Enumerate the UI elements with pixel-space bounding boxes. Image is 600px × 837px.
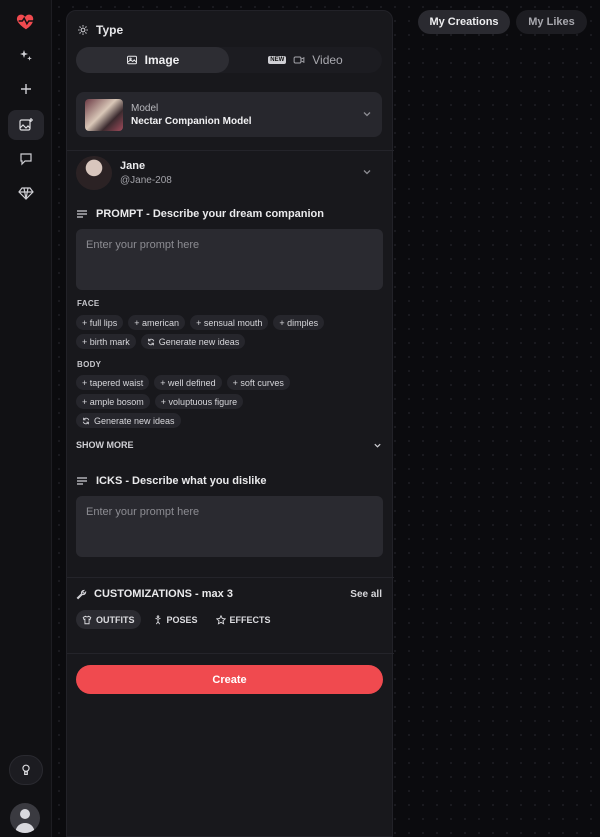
diamond-icon[interactable] <box>8 178 44 208</box>
body-chips-row-2: + ample bosom + voluptuous figure <box>76 394 244 409</box>
body-label: BODY <box>77 360 102 369</box>
pose-figure-icon <box>154 614 161 624</box>
tab-my-creations[interactable]: My Creations <box>418 10 510 34</box>
generate-ideas-label: Generate new ideas <box>158 336 240 347</box>
image-icon <box>126 55 137 65</box>
video-camera-icon <box>293 56 305 64</box>
star-icon <box>215 614 226 625</box>
create-button[interactable]: Create <box>76 665 383 694</box>
character-handle: @Jane-208 <box>120 175 172 186</box>
tab-outfits[interactable]: OUTFITS <box>76 610 141 629</box>
refresh-icon <box>82 417 90 424</box>
face-chip[interactable]: + birth mark <box>76 334 136 349</box>
face-chips-row-1: + full lips + american + sensual mouth +… <box>76 315 325 330</box>
tab-outfits-label: OUTFITS <box>96 614 135 625</box>
face-chips-row-2: + birth mark Generate new ideas <box>76 334 246 349</box>
customizations-header: CUSTOMIZATIONS - max 3 See all <box>76 588 382 600</box>
show-more-label: SHOW MORE <box>76 440 134 450</box>
icks-heading: ICKS - Describe what you dislike <box>76 475 267 487</box>
type-option-video-label: Video <box>312 53 343 67</box>
body-chip[interactable]: + tapered waist <box>76 375 150 390</box>
new-badge: NEW <box>268 56 287 64</box>
wrench-icon <box>76 589 87 599</box>
character-avatar <box>76 156 112 190</box>
face-chip[interactable]: + full lips <box>76 315 124 330</box>
prompt-heading: PROMPT - Describe your dream companion <box>76 208 324 220</box>
plus-icon[interactable] <box>8 74 44 104</box>
customizations-heading: CUSTOMIZATIONS - max 3 <box>76 588 233 600</box>
divider <box>67 653 394 654</box>
divider <box>67 150 394 151</box>
face-chip[interactable]: + dimples <box>273 315 325 330</box>
tab-effects[interactable]: EFFECTS <box>210 610 277 629</box>
tab-poses-label: POSES <box>166 614 198 625</box>
lightbulb-icon[interactable] <box>9 755 43 785</box>
face-label: FACE <box>77 299 100 308</box>
tab-my-likes[interactable]: My Likes <box>516 10 587 34</box>
sparkles-icon[interactable] <box>8 41 44 71</box>
body-chip[interactable]: + ample bosom <box>76 394 150 409</box>
see-all-link[interactable]: See all <box>350 589 382 600</box>
body-chip[interactable]: + well defined <box>154 375 222 390</box>
body-chips-row-3: Generate new ideas <box>76 413 181 428</box>
generate-ideas-button[interactable]: Generate new ideas <box>76 413 181 428</box>
icks-input[interactable]: Enter your prompt here <box>76 496 383 557</box>
generate-ideas-label: Generate new ideas <box>94 415 175 426</box>
character-name: Jane <box>120 160 146 172</box>
customization-tabs: OUTFITS POSES EFFECTS <box>76 610 277 629</box>
type-title: Type <box>96 23 124 37</box>
body-chips-row-1: + tapered waist + well defined + soft cu… <box>76 375 290 390</box>
show-more-toggle[interactable]: SHOW MORE <box>76 440 382 450</box>
model-name: Nectar Companion Model <box>131 115 252 127</box>
customizations-title: CUSTOMIZATIONS - max 3 <box>94 588 233 600</box>
type-option-video[interactable]: NEW Video <box>229 47 382 73</box>
model-thumbnail <box>85 98 123 131</box>
model-selector[interactable]: Model Nectar Companion Model <box>76 92 382 137</box>
logo-heart-icon[interactable] <box>8 6 44 36</box>
type-heading: Type <box>77 23 123 37</box>
shirt-icon <box>82 615 92 624</box>
divider <box>67 577 394 578</box>
character-selector[interactable]: Jane @Jane-208 <box>76 156 382 190</box>
type-option-image-label: Image <box>144 53 180 67</box>
prompt-title: PROMPT - Describe your dream companion <box>96 208 324 220</box>
model-label: Model <box>131 102 159 114</box>
tab-poses[interactable]: POSES <box>147 610 204 629</box>
body-chip[interactable]: + soft curves <box>226 375 290 390</box>
refresh-icon <box>147 338 154 345</box>
face-chip[interactable]: + sensual mouth <box>190 315 269 330</box>
generate-ideas-button[interactable]: Generate new ideas <box>140 334 246 349</box>
type-option-image[interactable]: Image <box>76 47 229 73</box>
chevron-down-icon <box>374 443 381 448</box>
chevron-down-icon <box>362 106 372 124</box>
text-lines-icon <box>77 477 87 485</box>
image-generate-icon[interactable] <box>8 110 44 140</box>
icks-title: ICKS - Describe what you dislike <box>96 475 267 487</box>
sidebar <box>0 0 52 837</box>
creation-panel: Type Image NEW Video Model Nectar Compan… <box>66 10 394 837</box>
prompt-input[interactable]: Enter your prompt here <box>76 229 383 290</box>
face-chip[interactable]: + american <box>128 315 186 330</box>
chat-icon[interactable] <box>8 144 44 174</box>
tab-effects-label: EFFECTS <box>229 614 271 625</box>
chevron-down-icon <box>362 164 372 182</box>
user-avatar-icon[interactable] <box>10 803 40 833</box>
type-toggle: Image NEW Video <box>76 47 382 73</box>
body-chip[interactable]: + voluptuous figure <box>154 394 244 409</box>
settings-icon <box>78 25 88 35</box>
text-lines-icon <box>77 210 87 218</box>
